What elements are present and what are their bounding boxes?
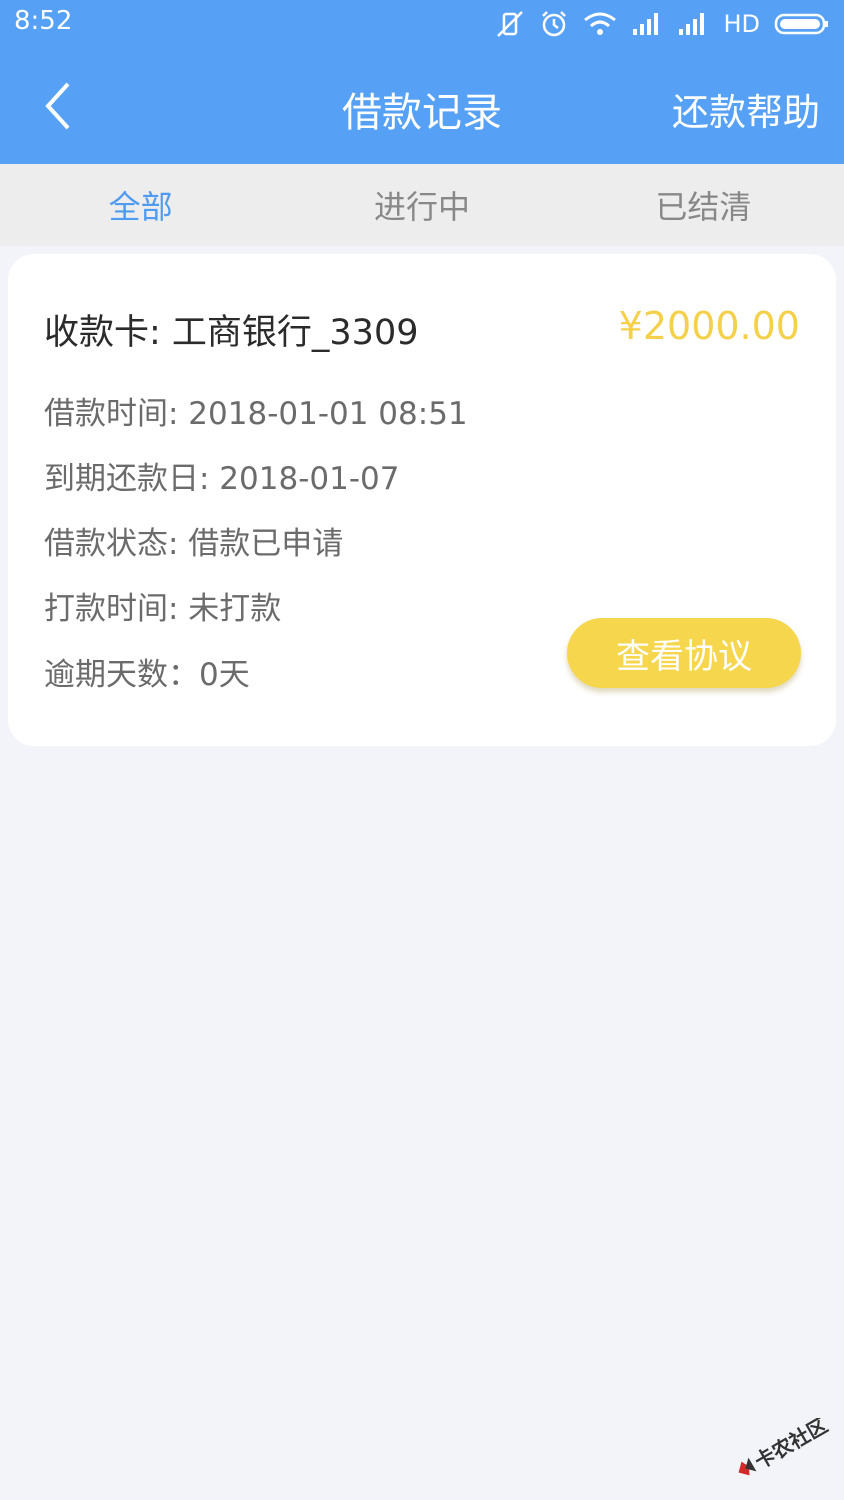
hd-indicator: HD: [723, 10, 760, 38]
loan-record-card[interactable]: 收款卡: 工商银行_3309 ¥2000.00 借款时间: 2018-01-01…: [8, 254, 836, 746]
record-filter-tabs: 全部 进行中 已结清: [0, 164, 844, 246]
watermark-logo: 卡农社区: [726, 1413, 836, 1478]
wifi-icon: [583, 10, 617, 38]
status-icons: HD: [495, 6, 830, 42]
battery-icon: [774, 12, 830, 36]
view-agreement-button[interactable]: 查看协议: [567, 618, 801, 688]
repayment-help-link[interactable]: 还款帮助: [672, 82, 820, 136]
signal-icon: [631, 11, 663, 37]
alarm-icon: [539, 9, 569, 39]
status-time: 8:52: [14, 6, 73, 36]
vibrate-off-icon: [495, 9, 525, 39]
tab-all[interactable]: 全部: [0, 164, 281, 246]
due-date: 到期还款日: 2018-01-07: [44, 461, 400, 497]
tab-in-progress[interactable]: 进行中: [281, 164, 562, 246]
loan-status: 借款状态: 借款已申请: [44, 526, 344, 562]
tab-settled[interactable]: 已结清: [563, 164, 844, 246]
overdue-days: 逾期天数：0天: [44, 657, 250, 693]
payout-time: 打款时间: 未打款: [44, 591, 282, 627]
svg-text:卡农社区: 卡农社区: [750, 1418, 831, 1474]
loan-time: 借款时间: 2018-01-01 08:51: [44, 396, 468, 432]
loan-amount: ¥2000.00: [618, 304, 800, 348]
receiving-card-label: 收款卡: 工商银行_3309: [44, 313, 419, 353]
signal-icon: [677, 11, 709, 37]
app-header: 8:52 HD 借款记录 还款帮助: [0, 0, 844, 164]
